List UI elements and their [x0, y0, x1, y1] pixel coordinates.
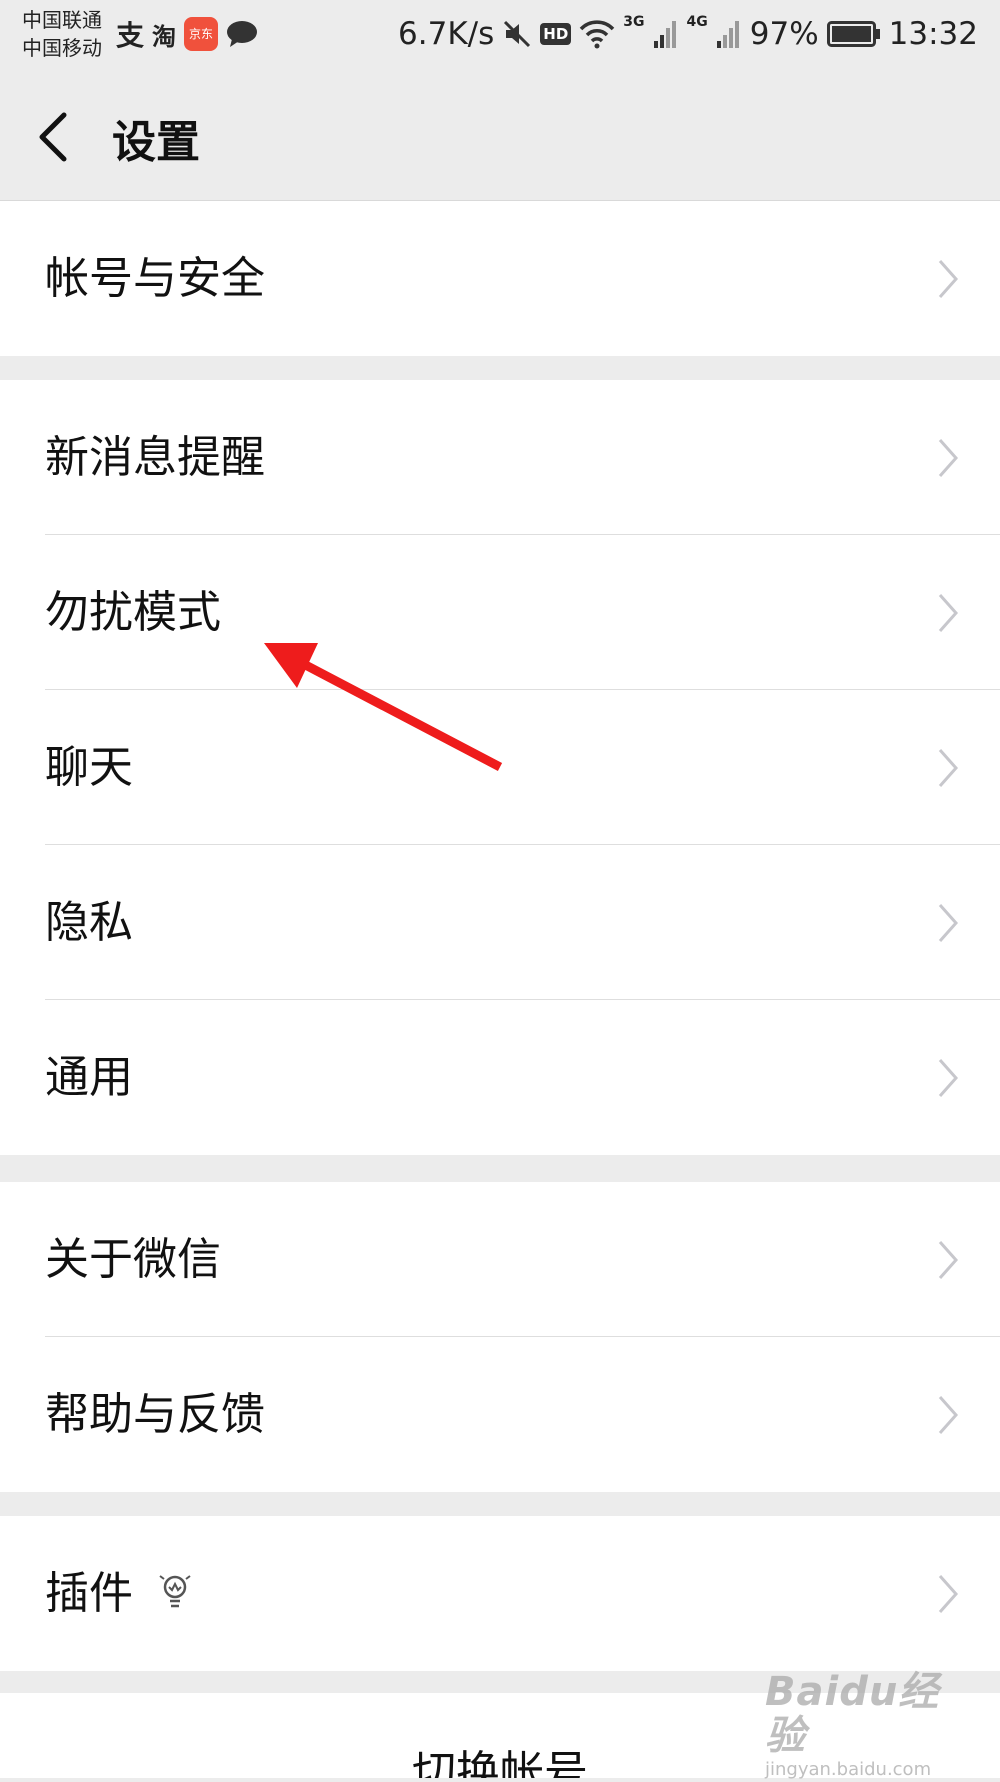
carrier-info: 中国联通 中国移动 [22, 6, 102, 62]
settings-item-help-feedback[interactable]: 帮助与反馈 [0, 1337, 1000, 1492]
settings-group-main: 新消息提醒 勿扰模式 聊天 隐私 通用 [0, 380, 1000, 1155]
network-3g: 3G [623, 14, 645, 30]
chevron-left-icon [39, 112, 67, 162]
taobao-icon: 淘 [152, 22, 177, 51]
settings-item-chat[interactable]: 聊天 [0, 690, 1000, 845]
alipay-icon: 支 [116, 19, 145, 52]
chevron-right-icon [938, 1059, 959, 1097]
settings-item-general[interactable]: 通用 [0, 1000, 1000, 1155]
watermark-url: jingyan.baidu.com [765, 1759, 932, 1780]
jd-icon: 京东 [184, 17, 219, 51]
net-speed: 6.7K/s [398, 16, 495, 52]
chevron-right-icon [938, 1575, 959, 1613]
clock: 13:32 [888, 16, 978, 52]
settings-item-label: 通用 [45, 1052, 133, 1103]
settings-item-label: 隐私 [45, 897, 133, 948]
chevron-right-icon [938, 1396, 959, 1434]
settings-item-privacy[interactable]: 隐私 [0, 845, 1000, 1000]
chevron-right-icon [938, 594, 959, 632]
battery-percent: 97% [749, 16, 819, 52]
settings-item-label: 新消息提醒 [45, 432, 265, 483]
settings-item-label: 帮助与反馈 [45, 1389, 265, 1440]
settings-group-about: 关于微信 帮助与反馈 [0, 1182, 1000, 1492]
back-button[interactable] [28, 95, 88, 175]
settings-item-label: 帐号与安全 [45, 253, 265, 304]
battery-icon [826, 21, 880, 47]
settings-item-do-not-disturb[interactable]: 勿扰模式 [0, 535, 1000, 690]
settings-item-plugins[interactable]: 插件 [0, 1516, 1000, 1671]
settings-item-label: 聊天 [45, 742, 133, 793]
chevron-right-icon [938, 1241, 959, 1279]
wifi-icon [580, 20, 615, 49]
status-bar: 中国联通 中国移动 支 淘 京东 6.7K/s HD 3G 4G 97% 13:… [0, 0, 1000, 70]
hd-badge: HD [540, 23, 572, 45]
chevron-right-icon [938, 749, 959, 787]
settings-item-new-message-alerts[interactable]: 新消息提醒 [0, 380, 1000, 535]
signal-icon [653, 21, 676, 48]
settings-item-label: 勿扰模式 [45, 587, 221, 638]
settings-group-account: 帐号与安全 [0, 201, 1000, 356]
mute-icon [504, 20, 531, 48]
settings-group-plugins: 插件 [0, 1516, 1000, 1671]
status-right: 6.7K/s HD 3G 4G 97% 13:32 [398, 12, 978, 56]
settings-item-account-security[interactable]: 帐号与安全 [0, 201, 1000, 356]
notification-icons: 支 淘 京东 [116, 16, 258, 52]
network-4g: 4G [686, 14, 708, 30]
signal-icon [716, 21, 739, 48]
settings-item-label: 插件 [45, 1568, 133, 1619]
settings-item-label: 关于微信 [45, 1234, 221, 1285]
watermark-brand: Baidu经验 [765, 1669, 940, 1759]
chevron-right-icon [938, 904, 959, 942]
lightbulb-icon [159, 1575, 191, 1608]
chat-bubble-icon [227, 21, 258, 47]
settings-item-about-wechat[interactable]: 关于微信 [0, 1182, 1000, 1337]
carrier-2: 中国移动 [22, 36, 102, 60]
chevron-right-icon [938, 439, 959, 477]
nav-header: 设置 [0, 70, 1000, 201]
baidu-watermark: Baidu经验 jingyan.baidu.com [765, 1670, 975, 1782]
page-title: 设置 [112, 117, 200, 168]
chevron-right-icon [938, 260, 959, 298]
carrier-1: 中国联通 [22, 8, 102, 32]
